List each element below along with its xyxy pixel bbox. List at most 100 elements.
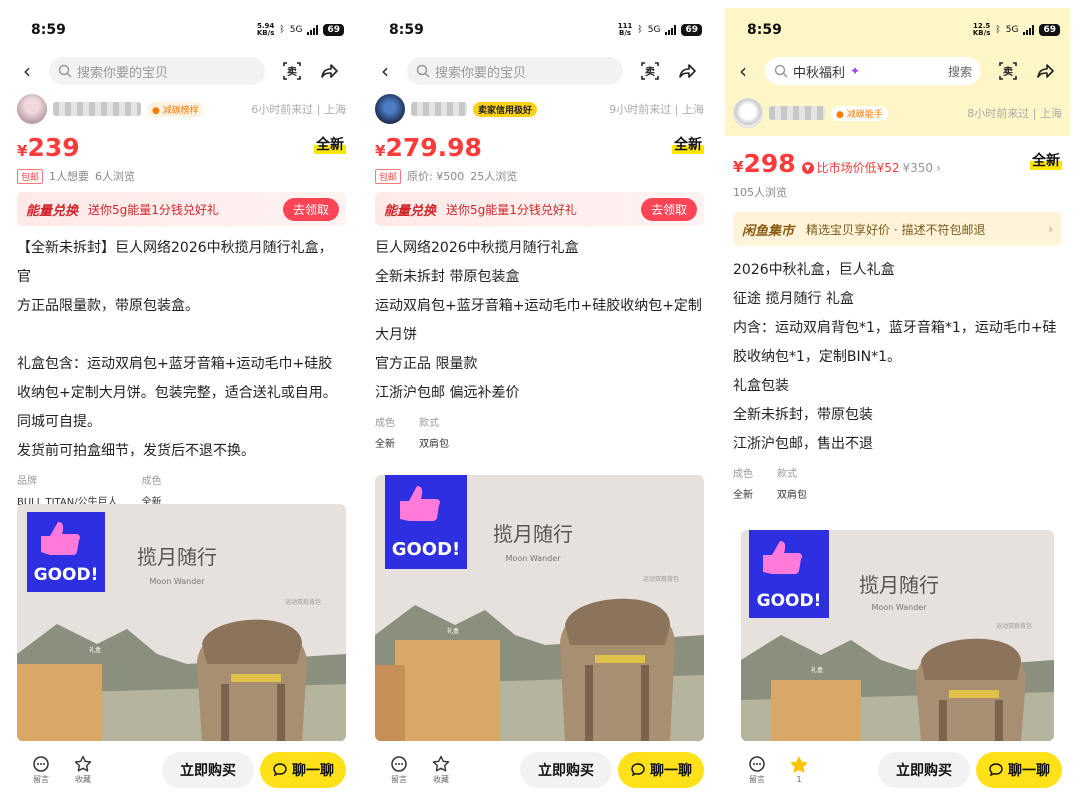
attribute-condition: 成色 全新 bbox=[141, 476, 162, 508]
description-line: 收纳包+定制大月饼。包装完整，适合送礼或自用。 bbox=[17, 385, 337, 401]
buy-now-button[interactable]: 立即购买 bbox=[520, 752, 612, 788]
back-arrow-icon[interactable]: ‹ bbox=[23, 59, 39, 83]
comment-button[interactable]: 留言 bbox=[381, 755, 417, 785]
product-photo[interactable]: GOOD! 揽月随行 Moon Wander 运动双肩背包 礼盒 bbox=[741, 530, 1054, 741]
nav-bar: ‹ 搜索你要的宝贝 卖 bbox=[367, 52, 712, 90]
product-photo-image: GOOD! 揽月随行 Moon Wander 运动双肩背包 礼盒 bbox=[375, 475, 704, 741]
buy-now-button[interactable]: 立即购买 bbox=[878, 752, 970, 788]
search-placeholder: 搜索你要的宝贝 bbox=[77, 65, 169, 81]
chat-bubble-icon bbox=[631, 763, 645, 777]
clock: 8:59 bbox=[31, 22, 66, 38]
search-placeholder: 搜索你要的宝贝 bbox=[435, 65, 527, 81]
product-photo-image: GOOD! 揽月随行 Moon Wander 运动双肩背包 礼盒 bbox=[17, 504, 346, 741]
banner-title: 能量兑换 bbox=[384, 203, 437, 219]
seller-name-blurred[interactable] bbox=[411, 102, 467, 116]
favorite-button[interactable]: 收藏 bbox=[423, 755, 459, 785]
description-line: 【全新未拆封】巨人网络2026中秋揽月随行礼盒，官 bbox=[17, 240, 333, 285]
description-line: 方正品限量款，带原包装盒。 bbox=[17, 298, 199, 314]
seller-row[interactable]: 卖家信用极好 9小时前来过 | 上海 bbox=[367, 90, 712, 128]
comment-icon bbox=[33, 756, 49, 772]
seller-row[interactable]: ● 减碳能手 8小时前来过 | 上海 bbox=[725, 90, 1070, 136]
battery-icon: 69 bbox=[681, 24, 702, 36]
description-line: 全新未拆封 带原包装盒 bbox=[375, 269, 520, 285]
sell-similar-icon[interactable]: 卖 bbox=[997, 60, 1019, 82]
product-photo[interactable]: GOOD! 揽月随行 Moon Wander 运动双肩背包 礼盒 bbox=[17, 504, 346, 741]
buy-now-button[interactable]: 立即购买 bbox=[162, 752, 254, 788]
favorite-button[interactable]: 1 bbox=[781, 756, 817, 784]
share-icon[interactable] bbox=[1035, 60, 1057, 82]
signal-icon bbox=[307, 25, 319, 35]
description-line: 征途 揽月随行 礼盒 bbox=[733, 291, 854, 307]
photo-subtitle: Moon Wander bbox=[150, 577, 206, 586]
photo-label: 礼盒 bbox=[447, 627, 459, 635]
description-line: 江浙沪包邮 偏远补差价 bbox=[375, 385, 520, 401]
search-input[interactable]: 搜索你要的宝贝 bbox=[49, 57, 265, 85]
favorite-button[interactable]: 收藏 bbox=[65, 755, 101, 785]
phone-screen-2: 8:59 111 B/s ᛒ 5G 69 ‹ 搜索你要的宝贝 卖 卖家信用极好 9… bbox=[367, 8, 712, 796]
attribute-style: 款式 双肩包 bbox=[777, 469, 807, 501]
price-row: ¥239 全新 bbox=[9, 128, 354, 166]
attribute-condition: 成色 全新 bbox=[733, 469, 753, 501]
search-input[interactable]: 搜索你要的宝贝 bbox=[407, 57, 623, 85]
back-arrow-icon[interactable]: ‹ bbox=[381, 59, 397, 83]
description-line: 运动双肩包+蓝牙音箱+运动毛巾+硅胶收纳包+定制 bbox=[375, 298, 702, 314]
view-count: 25人浏览 bbox=[470, 170, 518, 183]
stats-row: 包邮 原价: ¥500 25人浏览 bbox=[367, 166, 712, 186]
phone-screen-1: 8:59 5.94 KB/s ᛒ 5G 69 ‹ 搜索你要的宝贝 卖 ● 减碳榜样… bbox=[9, 8, 354, 796]
sell-similar-icon[interactable]: 卖 bbox=[281, 60, 303, 82]
energy-banner[interactable]: 能量兑换 送你5g能量1分钱兑好礼 去领取 bbox=[375, 192, 704, 226]
seller-name-blurred[interactable] bbox=[769, 106, 825, 120]
stats-row: 105人浏览 bbox=[725, 182, 1070, 202]
attribute-condition: 成色 全新 bbox=[375, 418, 395, 450]
chat-button[interactable]: 聊一聊 bbox=[618, 752, 704, 788]
share-icon[interactable] bbox=[677, 60, 699, 82]
item-description: 2026中秋礼盒，巨人礼盒 征途 揽月随行 礼盒 内含：运动双肩背包*1，蓝牙音… bbox=[725, 246, 1070, 459]
chat-button[interactable]: 聊一聊 bbox=[260, 752, 346, 788]
seller-row[interactable]: ● 减碳榜样 6小时前来过 | 上海 bbox=[9, 90, 354, 128]
claim-button[interactable]: 去领取 bbox=[640, 197, 697, 221]
bottom-action-bar: 留言 收藏 立即购买 聊一聊 bbox=[367, 744, 712, 796]
original-price: 原价: ¥500 bbox=[407, 170, 465, 183]
condition-tag: 全新 bbox=[1030, 150, 1062, 170]
seller-avatar[interactable] bbox=[17, 94, 47, 124]
view-count: 105人浏览 bbox=[733, 186, 787, 199]
item-description: 巨人网络2026中秋揽月随行礼盒 全新未拆封 带原包装盒 运动双肩包+蓝牙音箱+… bbox=[367, 226, 712, 408]
status-icons: 111 B/s ᛒ 5G 69 bbox=[618, 23, 702, 37]
status-bar: 8:59 12.5 KB/s ᛒ 5G 69 bbox=[725, 8, 1070, 52]
seller-avatar[interactable] bbox=[733, 98, 763, 128]
network-speed: 5.94 KB/s bbox=[256, 22, 275, 37]
chat-bubble-icon bbox=[989, 763, 1003, 777]
attributes: 成色 全新 款式 双肩包 bbox=[725, 459, 1070, 501]
nav-bar: ‹ 搜索你要的宝贝 卖 bbox=[9, 52, 354, 90]
description-line: 内含：运动双肩背包*1，蓝牙音箱*1，运动毛巾+硅 bbox=[733, 320, 1057, 336]
share-icon[interactable] bbox=[319, 60, 341, 82]
svg-text:卖: 卖 bbox=[645, 65, 655, 78]
energy-banner[interactable]: 能量兑换 送你5g能量1分钱兑好礼 去领取 bbox=[17, 192, 346, 226]
market-price-compare[interactable]: ▼ 比市场价低¥52 ¥350 › bbox=[801, 159, 941, 176]
seller-name-blurred[interactable] bbox=[53, 102, 141, 116]
back-arrow-icon[interactable]: ‹ bbox=[739, 59, 755, 83]
chat-button[interactable]: 聊一聊 bbox=[976, 752, 1062, 788]
photo-label: 礼盒 bbox=[89, 646, 101, 654]
chevron-right-icon: › bbox=[1048, 222, 1053, 236]
sparkle-icon: ✦ bbox=[850, 64, 861, 78]
bluetooth-icon: ᛒ bbox=[995, 25, 1001, 35]
search-input[interactable]: 中秋福利 ✦ 搜索 bbox=[765, 57, 981, 85]
seller-visit-meta: 6小时前来过 | 上海 bbox=[251, 103, 346, 116]
star-filled-icon bbox=[790, 756, 808, 773]
comment-button[interactable]: 留言 bbox=[739, 755, 775, 785]
search-button[interactable]: 搜索 bbox=[948, 63, 972, 80]
screenshot-collage: 8:59 5.94 KB/s ᛒ 5G 69 ‹ 搜索你要的宝贝 卖 ● 减碳榜样… bbox=[0, 0, 1080, 800]
condition-tag: 全新 bbox=[314, 134, 346, 154]
claim-button[interactable]: 去领取 bbox=[282, 197, 339, 221]
description-line: 礼盒包装 bbox=[733, 378, 789, 394]
status-icons: 12.5 KB/s ᛒ 5G 69 bbox=[973, 23, 1060, 37]
product-photo[interactable]: GOOD! 揽月随行 Moon Wander 运动双肩背包 礼盒 bbox=[375, 475, 704, 741]
comment-button[interactable]: 留言 bbox=[23, 755, 59, 785]
market-banner[interactable]: 闲鱼集市 精选宝贝享好价 · 描述不符包邮退 › bbox=[733, 212, 1062, 246]
seller-avatar[interactable] bbox=[375, 94, 405, 124]
svg-text:卖: 卖 bbox=[1003, 65, 1013, 78]
status-icons: 5.94 KB/s ᛒ 5G 69 bbox=[257, 23, 344, 37]
sell-similar-icon[interactable]: 卖 bbox=[639, 60, 661, 82]
bottom-action-bar: 留言 1 立即购买 聊一聊 bbox=[725, 744, 1070, 796]
